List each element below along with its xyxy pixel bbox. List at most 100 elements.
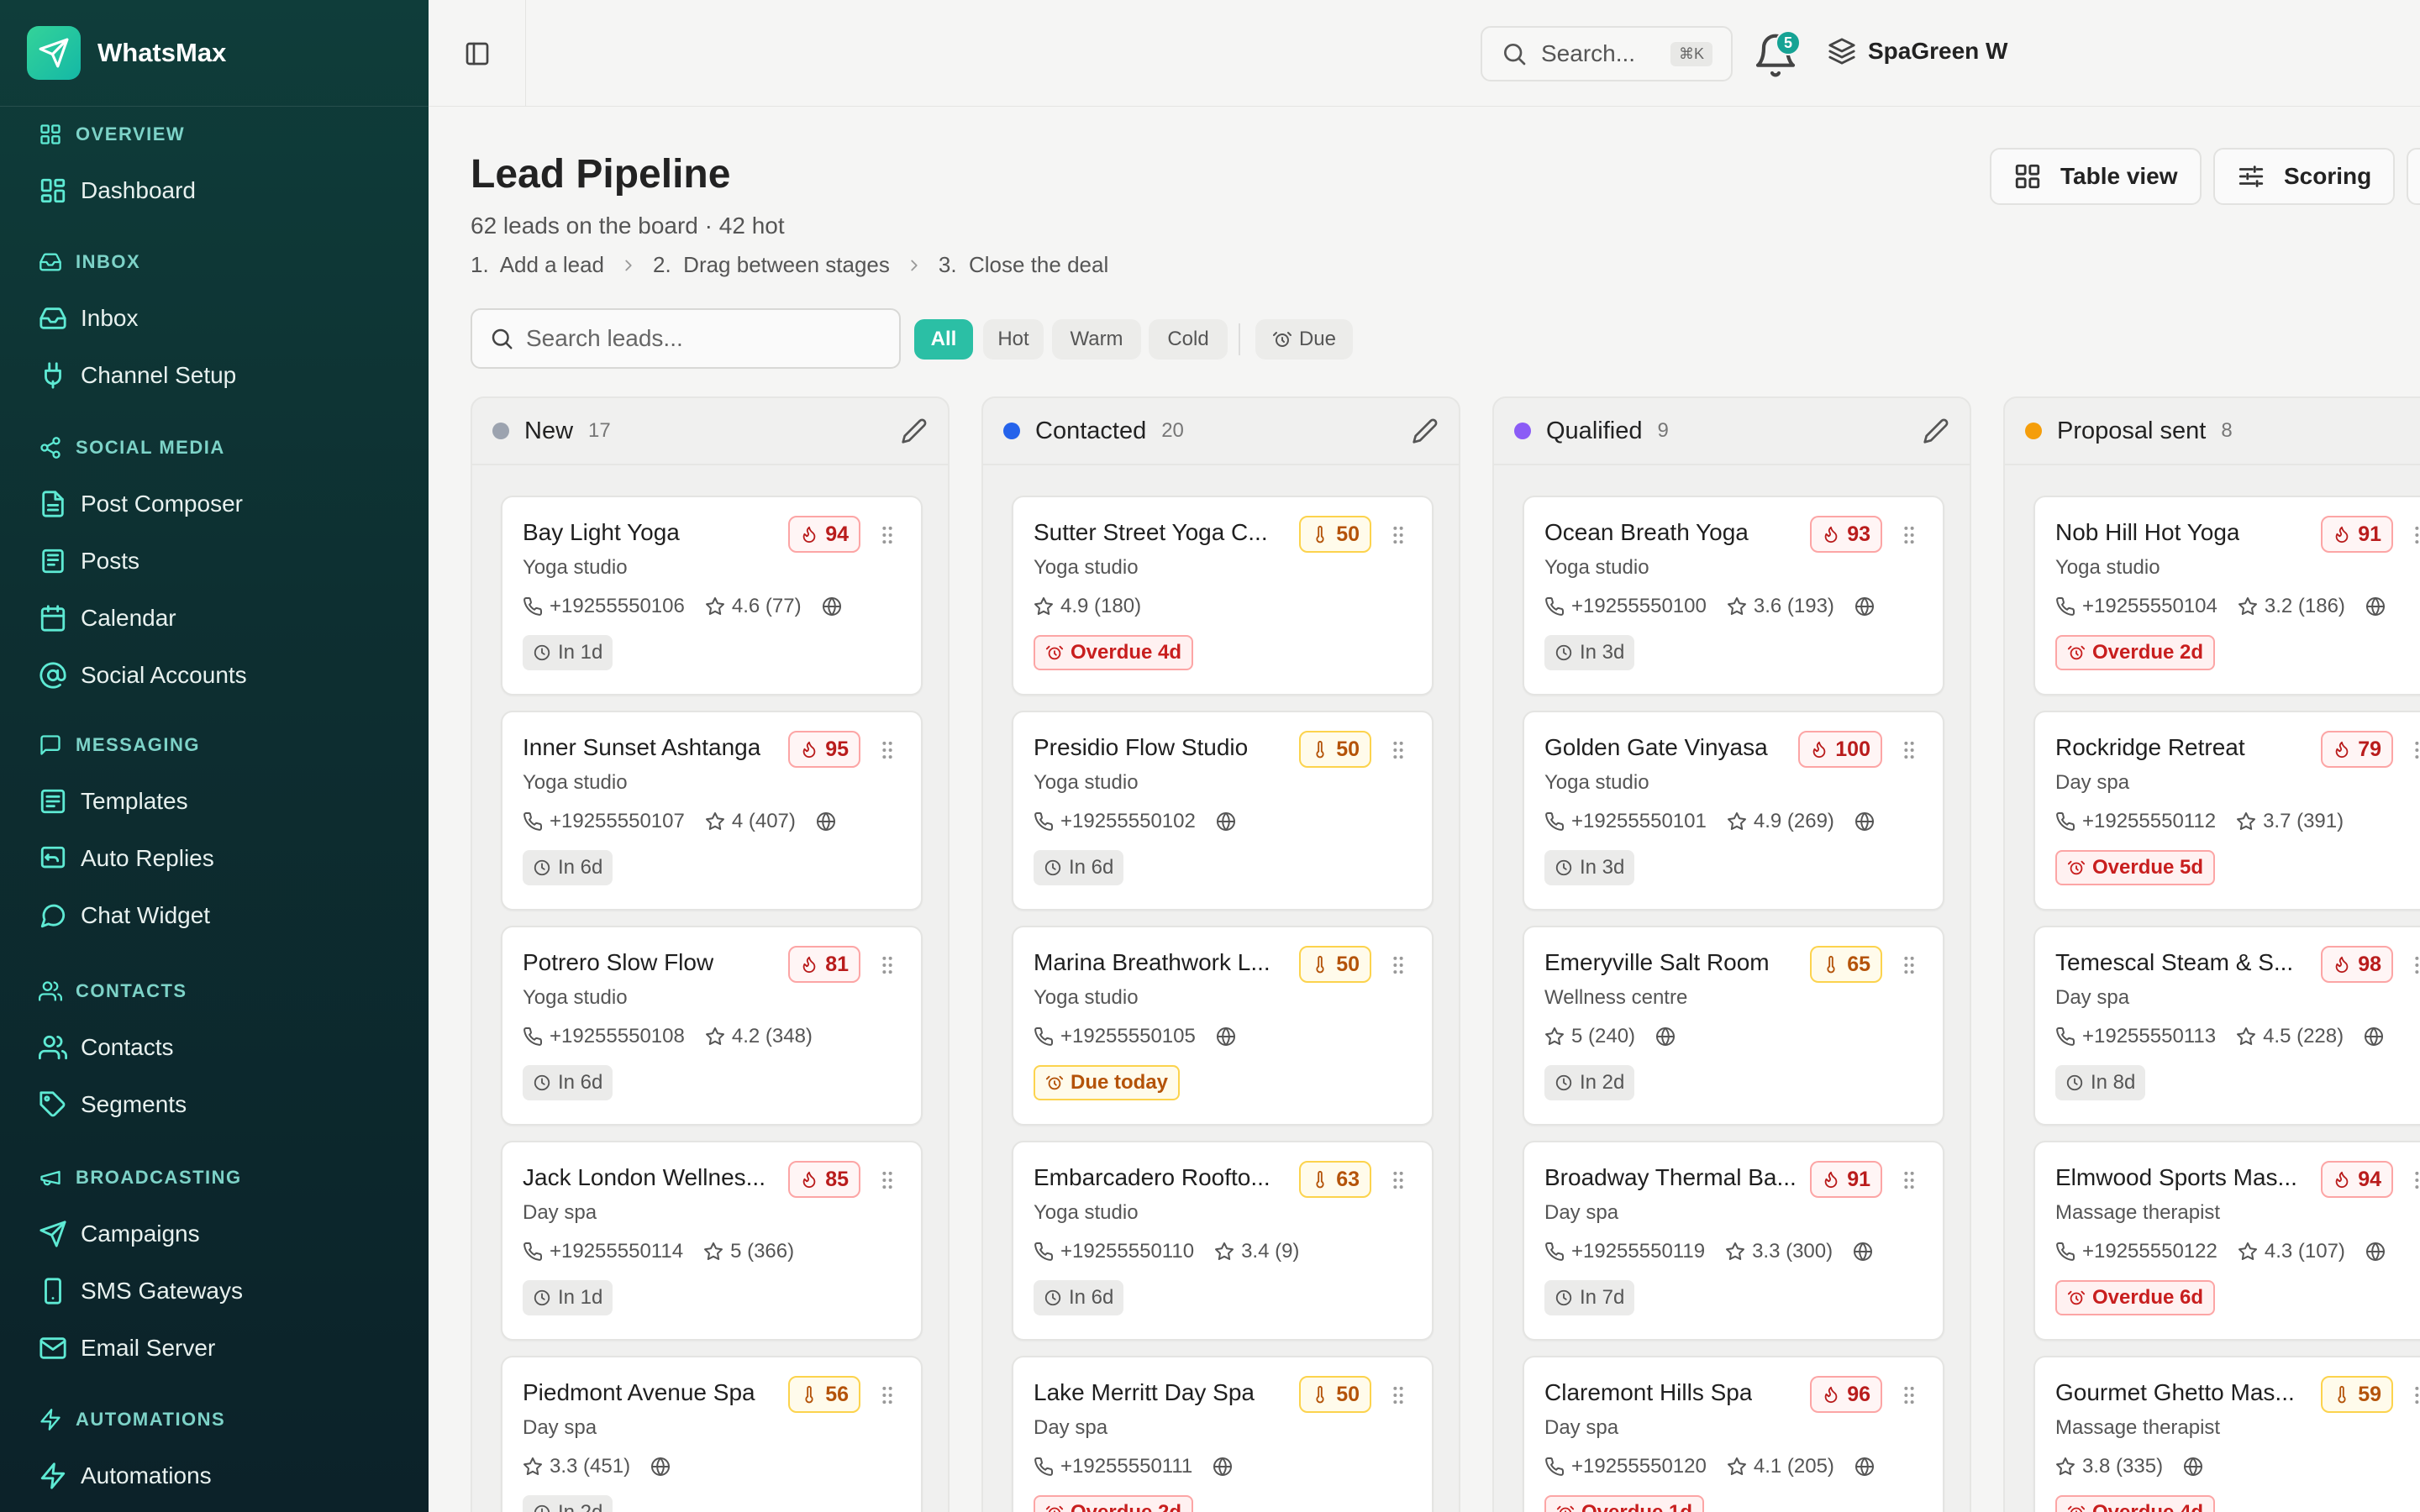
lead-card[interactable]: Sutter Street Yoga C... Yoga studio 50 4.9 … (1012, 496, 1434, 696)
lead-card[interactable]: Ocean Breath Yoga Yoga studio 93 +192555501… (1523, 496, 1944, 696)
filter-chip-all[interactable]: All (914, 319, 973, 360)
drag-handle[interactable] (879, 738, 896, 763)
lead-search-box[interactable] (471, 308, 901, 369)
nav-section-automations: AUTOMATIONS (39, 1408, 225, 1431)
lead-card[interactable]: Piedmont Avenue Spa Day spa 56 3.3 (451) In … (501, 1356, 923, 1512)
filter-chip-warm[interactable]: Warm (1052, 319, 1141, 360)
sidebar-item-calendar[interactable]: Calendar (39, 604, 176, 633)
globe-icon (1854, 597, 1874, 616)
follow-up-badge: In 3d (1544, 850, 1635, 885)
drag-handle[interactable] (879, 953, 896, 978)
website-link[interactable] (822, 596, 849, 617)
sidebar-item-sms-gateways[interactable]: SMS Gateways (39, 1277, 243, 1305)
drag-handle[interactable] (2412, 738, 2420, 763)
lead-card[interactable]: Gourmet Ghetto Mas... Massage therapist 59… (2033, 1356, 2420, 1512)
drag-handle[interactable] (2412, 953, 2420, 978)
website-link[interactable] (650, 1457, 677, 1477)
drag-handle[interactable] (1901, 1383, 1918, 1408)
lead-card[interactable]: Broadway Thermal Ba... Day spa 91 +19255550… (1523, 1141, 1944, 1341)
website-link[interactable] (1854, 811, 1881, 832)
website-link[interactable] (1854, 596, 1881, 617)
sidebar-item-inbox[interactable]: Inbox (39, 304, 139, 333)
star-icon (2056, 1457, 2075, 1475)
lead-card[interactable]: Nob Hill Hot Yoga Yoga studio 91 +192555501… (2033, 496, 2420, 696)
drag-handle[interactable] (2412, 1383, 2420, 1408)
drag-handle[interactable] (1901, 738, 1918, 763)
website-link[interactable] (2183, 1457, 2210, 1477)
nav-section-inbox: INBOX (39, 250, 140, 274)
brand[interactable]: WhatsMax (0, 0, 429, 107)
lead-search-input[interactable] (526, 325, 879, 352)
website-link[interactable] (1213, 1457, 1239, 1477)
lead-card[interactable]: Jack London Wellnes... Day spa 85 +19255550… (501, 1141, 923, 1341)
drag-handle[interactable] (1390, 522, 1407, 548)
more-actions-button[interactable] (2407, 148, 2420, 205)
lead-card[interactable]: Golden Gate Vinyasa Yoga studio 100 +192555… (1523, 711, 1944, 911)
edit-column-button[interactable] (901, 417, 928, 444)
sidebar-item-dashboard[interactable]: Dashboard (39, 176, 196, 205)
filter-chip-hot[interactable]: Hot (983, 319, 1044, 360)
website-link[interactable] (1216, 1026, 1243, 1047)
sidebar-item-templates[interactable]: Templates (39, 787, 188, 816)
website-link[interactable] (1655, 1026, 1682, 1047)
drag-handle[interactable] (879, 522, 896, 548)
sidebar-item-segments[interactable]: Segments (39, 1090, 187, 1119)
lead-card[interactable]: Elmwood Sports Mas... Massage therapist 94… (2033, 1141, 2420, 1341)
workspace-switcher[interactable]: SpaGreen W (1828, 37, 2007, 66)
lead-card[interactable]: Rockridge Retreat Day spa 79 +19255550112 3.… (2033, 711, 2420, 911)
edit-column-button[interactable] (1923, 417, 1949, 444)
table-view-button[interactable]: Table view (1990, 148, 2202, 205)
drag-handle[interactable] (879, 1168, 896, 1193)
sidebar-item-automations[interactable]: Automations (39, 1462, 212, 1490)
sidebar-toggle-button[interactable] (429, 0, 526, 107)
lead-card[interactable]: Inner Sunset Ashtanga Yoga studio 95 +19255… (501, 711, 923, 911)
sidebar-item-email-server[interactable]: Email Server (39, 1334, 215, 1362)
drag-handle[interactable] (1901, 953, 1918, 978)
drag-handle[interactable] (2412, 522, 2420, 548)
drag-handle[interactable] (1901, 1168, 1918, 1193)
lead-card[interactable]: Marina Breathwork L... Yoga studio 50 +1925… (1012, 926, 1434, 1126)
drag-handle[interactable] (1390, 738, 1407, 763)
lead-card[interactable]: Temescal Steam & S... Day spa 98 +192555501… (2033, 926, 2420, 1126)
lead-card[interactable]: Embarcadero Roofto... Yoga studio 63 +19255… (1012, 1141, 1434, 1341)
sidebar-item-contacts[interactable]: Contacts (39, 1033, 174, 1062)
filter-chip-cold[interactable]: Cold (1149, 319, 1228, 360)
phone-icon (1545, 1457, 1565, 1476)
sidebar-item-chat-widget[interactable]: Chat Widget (39, 901, 210, 930)
scoring-button[interactable]: Scoring (2213, 148, 2396, 205)
website-link[interactable] (1854, 1457, 1881, 1477)
website-link[interactable] (2364, 1026, 2391, 1047)
website-link[interactable] (2365, 1242, 2392, 1262)
sidebar-item-channel-setup[interactable]: Channel Setup (39, 361, 236, 390)
website-link[interactable] (2365, 596, 2392, 617)
sidebar-item-campaigns[interactable]: Campaigns (39, 1220, 200, 1248)
filter-chip-due[interactable]: Due (1255, 319, 1353, 360)
drag-handle[interactable] (1390, 953, 1407, 978)
thermometer-icon (1316, 525, 1324, 543)
edit-column-button[interactable] (1412, 417, 1439, 444)
drag-handle[interactable] (1901, 522, 1918, 548)
phone-icon (523, 811, 543, 831)
website-link[interactable] (1853, 1242, 1880, 1262)
lead-meta: +19255550100 3.6 (193) (1544, 595, 1881, 618)
lead-name: Lake Merritt Day Spa (1034, 1379, 1255, 1405)
lead-card[interactable]: Bay Light Yoga Yoga studio 94 +19255550106 4… (501, 496, 923, 696)
lead-card[interactable]: Potrero Slow Flow Yoga studio 81 +192555501… (501, 926, 923, 1126)
sidebar-item-posts[interactable]: Posts (39, 547, 139, 575)
lead-card[interactable]: Claremont Hills Spa Day spa 96 +19255550120… (1523, 1356, 1944, 1512)
drag-handle[interactable] (879, 1383, 896, 1408)
drag-handle[interactable] (1390, 1168, 1407, 1193)
drag-handle[interactable] (2412, 1168, 2420, 1193)
lead-card[interactable]: Lake Merritt Day Spa Day spa 50 +1925555011… (1012, 1356, 1434, 1512)
lead-card[interactable]: Presidio Flow Studio Yoga studio 50 +192555… (1012, 711, 1434, 911)
website-link[interactable] (1216, 811, 1243, 832)
lead-meta: +19255550108 4.2 (348) (523, 1025, 813, 1048)
sidebar-item-post-composer[interactable]: Post Composer (39, 490, 243, 518)
website-link[interactable] (816, 811, 843, 832)
grip-icon (1393, 741, 1403, 759)
lead-card[interactable]: Emeryville Salt Room Wellness centre 65 5 (… (1523, 926, 1944, 1126)
drag-handle[interactable] (1390, 1383, 1407, 1408)
sidebar-item-auto-replies[interactable]: Auto Replies (39, 844, 214, 873)
sidebar-item-social-accounts[interactable]: Social Accounts (39, 661, 247, 690)
global-search-button[interactable]: Search... ⌘K (1481, 26, 1733, 81)
